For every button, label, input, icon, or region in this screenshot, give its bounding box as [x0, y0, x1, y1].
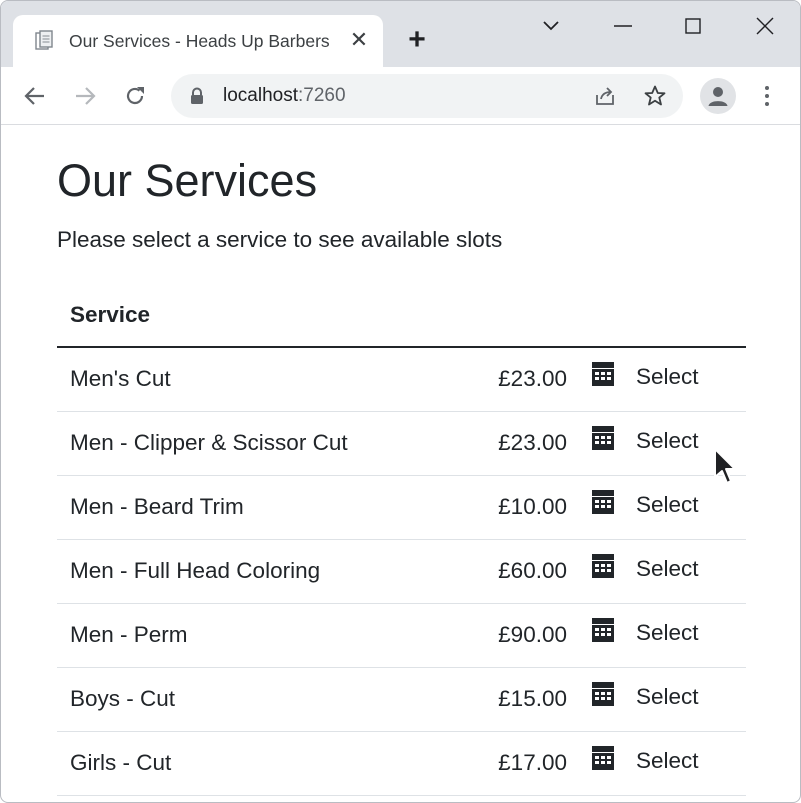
table-row: Men - Beard Trim £10.00 Select	[57, 475, 746, 540]
url-text: localhost:7260	[223, 85, 346, 107]
service-price: £23.00	[477, 347, 567, 412]
table-row: Men's Cut £23.00 Select	[57, 347, 746, 412]
reload-icon[interactable]	[121, 82, 149, 110]
select-service-link[interactable]: Select	[592, 745, 699, 774]
maximize-icon[interactable]	[673, 11, 713, 41]
select-cell: Select	[567, 731, 746, 796]
select-label: Select	[636, 747, 699, 773]
bookmark-star-icon[interactable]	[643, 84, 667, 108]
table-row: Men - Full Head Coloring £60.00 Select	[57, 539, 746, 604]
select-service-link[interactable]: Select	[592, 553, 699, 582]
table-row: Men - Clipper & Scissor Cut £23.00 Select	[57, 411, 746, 476]
service-column-header: Service	[57, 283, 746, 348]
select-cell: Select	[567, 411, 746, 476]
calendar-icon	[592, 553, 614, 578]
service-price: £60.00	[477, 539, 567, 604]
select-label: Select	[636, 619, 699, 645]
table-header-row: Service	[57, 283, 746, 348]
select-service-link[interactable]: Select	[592, 681, 699, 710]
select-label: Select	[636, 491, 699, 517]
url-port: :7260	[298, 85, 346, 106]
window-close-icon[interactable]	[745, 11, 785, 41]
service-price: £10.00	[477, 475, 567, 540]
service-name: Boys - Cut	[57, 667, 477, 732]
services-table-body: Men's Cut £23.00 Select Men - Clipper & Sci…	[57, 347, 746, 796]
service-name: Men - Full Head Coloring	[57, 539, 477, 604]
select-cell: Select	[567, 539, 746, 604]
page-subtitle: Please select a service to see available…	[57, 227, 503, 252]
forward-arrow-icon[interactable]	[71, 82, 99, 110]
select-cell: Select	[567, 667, 746, 732]
select-label: Select	[636, 683, 699, 709]
select-service-link[interactable]: Select	[592, 489, 699, 518]
select-label: Select	[636, 363, 699, 389]
minimize-icon[interactable]	[603, 11, 643, 41]
select-cell: Select	[567, 603, 746, 668]
service-price: £15.00	[477, 667, 567, 732]
table-row: Girls - Cut £17.00 Select	[57, 731, 746, 796]
services-table: Service Men's Cut £23.00 Select Men - Clipp…	[57, 283, 746, 796]
tab-search-chevron-icon[interactable]	[533, 11, 569, 41]
calendar-icon	[592, 745, 614, 770]
calendar-icon	[592, 361, 614, 386]
share-icon[interactable]	[593, 84, 617, 108]
browser-window: Our Services - Heads Up Barbers ✕ + loca…	[0, 0, 801, 803]
page-title: Our Services	[57, 155, 318, 206]
service-name: Men - Clipper & Scissor Cut	[57, 411, 477, 476]
service-price: £23.00	[477, 411, 567, 476]
calendar-icon	[592, 489, 614, 514]
lock-icon	[191, 87, 203, 104]
calendar-icon	[592, 425, 614, 450]
service-name: Men - Perm	[57, 603, 477, 668]
tab-close-icon[interactable]: ✕	[347, 29, 371, 53]
service-name: Men - Beard Trim	[57, 475, 477, 540]
select-service-link[interactable]: Select	[592, 617, 699, 646]
select-service-link[interactable]: Select	[592, 425, 699, 454]
table-row: Boys - Cut £15.00 Select	[57, 667, 746, 732]
url-host: localhost	[223, 85, 298, 106]
tab-title: Our Services - Heads Up Barbers	[69, 31, 330, 51]
select-service-link[interactable]: Select	[592, 361, 699, 390]
tab-strip: Our Services - Heads Up Barbers ✕ +	[1, 1, 800, 67]
select-label: Select	[636, 555, 699, 581]
table-row: Men - Perm £90.00 Select	[57, 603, 746, 668]
service-price: £17.00	[477, 731, 567, 796]
active-tab[interactable]: Our Services - Heads Up Barbers ✕	[13, 15, 383, 67]
new-tab-icon[interactable]: +	[401, 25, 433, 57]
select-label: Select	[636, 427, 699, 453]
service-name: Girls - Cut	[57, 731, 477, 796]
select-cell: Select	[567, 347, 746, 412]
service-price: £90.00	[477, 603, 567, 668]
select-cell: Select	[567, 475, 746, 540]
profile-avatar-icon[interactable]	[700, 78, 736, 114]
address-bar[interactable]: localhost:7260	[171, 74, 683, 118]
document-favicon-icon	[35, 30, 53, 50]
page-content: Our Services Please select a service to …	[1, 125, 800, 802]
back-arrow-icon[interactable]	[21, 82, 49, 110]
browser-menu-icon[interactable]	[755, 82, 779, 110]
calendar-icon	[592, 681, 614, 706]
calendar-icon	[592, 617, 614, 642]
browser-toolbar: localhost:7260	[1, 67, 800, 125]
service-name: Men's Cut	[57, 347, 477, 412]
